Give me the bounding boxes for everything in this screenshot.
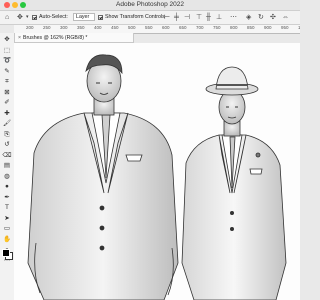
ruler-tick-label: 700: [196, 25, 204, 30]
ruler-tick-label: 300: [60, 25, 68, 30]
ruler-tick-label: 850: [247, 25, 255, 30]
hand-tool-icon[interactable]: ✋: [2, 235, 12, 244]
eraser-tool-icon[interactable]: ⌫: [2, 151, 12, 160]
ruler-tick-label: 1000: [298, 25, 300, 30]
eyedropper-tool-icon[interactable]: ✐: [2, 98, 12, 107]
options-bar: ⌂ ✥ ▾ Auto-Select: Layer Show Transform …: [0, 11, 300, 25]
history-brush-icon[interactable]: ↺: [2, 140, 12, 149]
show-transform-checkbox[interactable]: [98, 15, 103, 20]
home-icon[interactable]: ⌂: [5, 14, 9, 21]
ruler-tick-label: 400: [94, 25, 102, 30]
orbit-icon[interactable]: ↻: [258, 14, 264, 21]
chevron-down-icon[interactable]: ▾: [26, 14, 29, 21]
left-man-figure: [27, 54, 179, 300]
brush-tool-icon[interactable]: 🖌: [2, 119, 12, 128]
more-options-icon[interactable]: ⋯: [230, 14, 237, 21]
dodge-tool-icon[interactable]: ●: [2, 182, 12, 191]
align-middle-icon[interactable]: ╫: [206, 14, 211, 21]
document-tab-label: Brushes @ 162% (RGB/8) *: [23, 35, 88, 41]
align-left-icon[interactable]: ⊢: [164, 14, 170, 21]
gradient-tool-icon[interactable]: ▤: [2, 161, 12, 170]
pen-tool-icon[interactable]: ✒: [2, 193, 12, 202]
auto-select-dropdown[interactable]: Layer: [73, 13, 95, 21]
clone-stamp-icon[interactable]: ⎘: [2, 130, 12, 139]
document-tab[interactable]: × Brushes @ 162% (RGB/8) *: [14, 33, 134, 43]
rectangle-tool-icon[interactable]: ▭: [2, 224, 12, 233]
auto-select-label: Auto-Select:: [39, 14, 68, 20]
type-tool-icon[interactable]: T: [2, 203, 12, 212]
slide-icon[interactable]: ⇔: [282, 14, 289, 21]
ruler-tick-label: 500: [128, 25, 136, 30]
ruler-tick-label: 550: [145, 25, 153, 30]
artwork-illustration: [27, 54, 287, 300]
align-right-icon[interactable]: ⊣: [184, 14, 190, 21]
ruler-tick-label: 450: [111, 25, 119, 30]
move-tool-icon[interactable]: ✥: [17, 14, 23, 21]
show-transform-label: Show Transform Controls: [105, 14, 165, 20]
close-document-icon[interactable]: ×: [18, 35, 21, 41]
right-man-figure: [181, 66, 287, 300]
window-title: Adobe Photoshop 2022: [116, 1, 184, 8]
path-select-icon[interactable]: ➤: [2, 214, 12, 223]
ruler-tick-label: 600: [162, 25, 170, 30]
ruler-tick-label: 350: [77, 25, 85, 30]
align-top-icon[interactable]: ⊤: [196, 14, 202, 21]
ruler-tick-label: 650: [179, 25, 187, 30]
ruler-tick-label: 800: [230, 25, 238, 30]
3d-mode-icon[interactable]: ◈: [246, 14, 251, 21]
blur-tool-icon[interactable]: ◍: [2, 172, 12, 181]
move-tool-icon[interactable]: ✥: [2, 35, 12, 44]
auto-select-checkbox[interactable]: [32, 15, 37, 20]
frame-tool-icon[interactable]: ⊠: [2, 88, 12, 97]
lasso-tool-icon[interactable]: ➰: [2, 56, 12, 65]
foreground-color-swatch[interactable]: [2, 249, 10, 257]
crop-tool-icon[interactable]: ⌗: [2, 77, 12, 86]
title-bar: Adobe Photoshop 2022: [0, 0, 300, 11]
ruler-tick-label: 950: [281, 25, 289, 30]
marquee-tool-icon[interactable]: ⬚: [2, 46, 12, 55]
ruler-tick-label: 900: [264, 25, 272, 30]
healing-brush-icon[interactable]: ✚: [2, 109, 12, 118]
ruler-tick-label: 200: [26, 25, 34, 30]
pan-icon[interactable]: ✣: [270, 14, 276, 21]
auto-select-value: Layer: [76, 14, 90, 20]
ruler-tick-label: 250: [43, 25, 51, 30]
align-center-icon[interactable]: ╪: [174, 14, 179, 21]
quick-select-tool-icon[interactable]: ✎: [2, 67, 12, 76]
align-bottom-icon[interactable]: ⊥: [216, 14, 222, 21]
ruler-tick-label: 750: [213, 25, 221, 30]
canvas[interactable]: [14, 43, 300, 300]
